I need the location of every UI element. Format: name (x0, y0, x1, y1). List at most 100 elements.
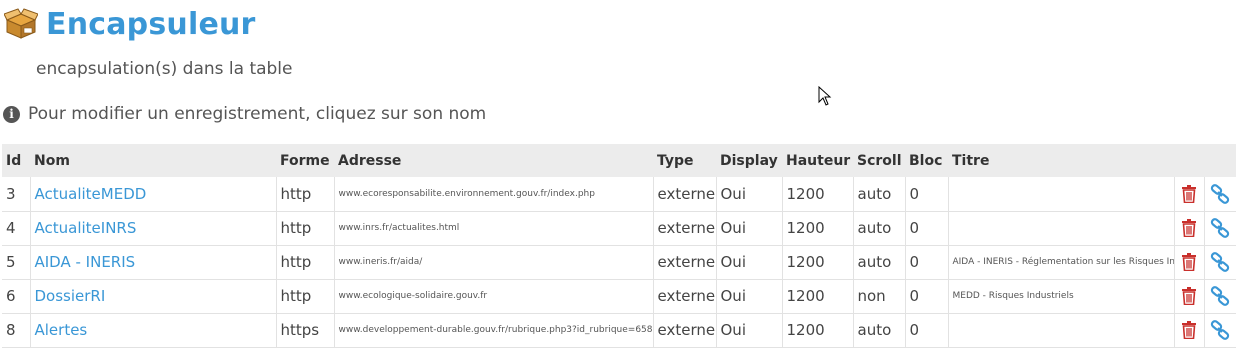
trash-icon[interactable] (1181, 185, 1197, 203)
col-header-display[interactable]: Display (716, 144, 782, 177)
cell-titre (948, 211, 1175, 246)
cell-titre: AIDA - INERIS - Réglementation sur les R… (948, 245, 1175, 280)
chain-link-icon[interactable] (1210, 252, 1230, 272)
trash-icon[interactable] (1181, 253, 1197, 272)
col-header-adresse[interactable]: Adresse (334, 144, 653, 177)
cell-type: externe (653, 245, 717, 280)
info-icon: i (3, 105, 20, 123)
chain-link-icon[interactable] (1210, 183, 1230, 204)
record-name-link[interactable]: ActualiteMEDD (35, 185, 147, 203)
chain-link-icon[interactable] (1210, 320, 1230, 340)
cell-hauteur: 1200 (782, 211, 854, 246)
col-header-delete (1174, 144, 1204, 177)
cell-forme: http (276, 177, 335, 212)
cell-bloc: 0 (905, 313, 949, 348)
open-link-button[interactable] (1204, 245, 1236, 280)
cell-scroll: auto (853, 211, 906, 246)
cell-titre: MEDD - Risques Industriels (948, 279, 1175, 314)
cell-id: 3 (2, 177, 31, 212)
col-header-scroll[interactable]: Scroll (853, 144, 905, 177)
cell-nom: DossierRI (30, 279, 277, 314)
cell-adresse: www.inrs.fr/actualites.html (334, 211, 654, 246)
encapsulations-table: Id Nom Forme Adresse Type Display Hauteu… (2, 144, 1236, 348)
record-name-link[interactable]: AIDA - INERIS (35, 253, 136, 271)
trash-icon[interactable] (1181, 219, 1197, 238)
col-header-type[interactable]: Type (653, 144, 716, 177)
chain-link-icon[interactable] (1210, 286, 1230, 306)
delete-button[interactable] (1174, 245, 1205, 280)
table-header-row: Id Nom Forme Adresse Type Display Hauteu… (2, 144, 1236, 177)
cell-type: externe (653, 177, 717, 212)
cell-id: 6 (2, 279, 31, 314)
cell-nom: ActualiteINRS (30, 211, 277, 246)
cell-adresse: www.ecoresponsabilite.environnement.gouv… (334, 177, 654, 212)
record-count-text: encapsulation(s) dans la table (36, 59, 293, 79)
col-header-titre[interactable]: Titre (948, 144, 1174, 177)
record-name-link[interactable]: Alertes (35, 321, 88, 339)
open-link-button[interactable] (1204, 313, 1236, 348)
trash-icon[interactable] (1181, 287, 1197, 306)
cell-forme: http (276, 211, 335, 246)
col-header-link (1204, 144, 1236, 177)
cell-hauteur: 1200 (782, 313, 854, 348)
cell-display: Oui (716, 245, 783, 280)
page-title: Encapsuleur (46, 6, 256, 42)
open-link-button[interactable] (1204, 279, 1236, 314)
cell-bloc: 0 (905, 211, 949, 246)
cell-bloc: 0 (905, 279, 949, 314)
cell-nom: AIDA - INERIS (30, 245, 277, 280)
trash-icon[interactable] (1181, 321, 1197, 340)
cell-type: externe (653, 313, 717, 348)
cell-nom: ActualiteMEDD (30, 177, 277, 212)
cell-display: Oui (716, 279, 783, 314)
chain-link-icon[interactable] (1210, 218, 1230, 238)
cell-hauteur: 1200 (782, 245, 854, 280)
cell-display: Oui (716, 177, 783, 212)
delete-button[interactable] (1174, 211, 1205, 246)
col-header-forme[interactable]: Forme (276, 144, 334, 177)
cell-adresse: www.ineris.fr/aida/ (334, 245, 654, 280)
cell-hauteur: 1200 (782, 177, 854, 212)
open-box-icon (4, 8, 38, 39)
mouse-cursor-icon (818, 86, 832, 106)
cell-bloc: 0 (905, 177, 949, 212)
cell-display: Oui (716, 211, 783, 246)
cell-forme: http (276, 245, 335, 280)
cell-type: externe (653, 279, 717, 314)
cell-scroll: non (853, 279, 906, 314)
table-row: 4 ActualiteINRS http www.inrs.fr/actualites… (2, 211, 1236, 246)
delete-button[interactable] (1174, 313, 1205, 348)
cell-id: 5 (2, 245, 31, 280)
cell-scroll: auto (853, 313, 906, 348)
col-header-nom[interactable]: Nom (30, 144, 276, 177)
table-row: 8 Alertes https www.developpement-durable.g… (2, 313, 1236, 348)
cell-titre (948, 177, 1175, 212)
record-name-link[interactable]: ActualiteINRS (35, 219, 137, 237)
open-link-button[interactable] (1204, 211, 1236, 246)
table-row: 6 DossierRI http www.ecologique-solidaire.g… (2, 279, 1236, 314)
record-name-link[interactable]: DossierRI (35, 287, 106, 305)
cell-nom: Alertes (30, 313, 277, 348)
cell-scroll: auto (853, 177, 906, 212)
col-header-hauteur[interactable]: Hauteur (782, 144, 853, 177)
cell-forme: https (276, 313, 335, 348)
cell-scroll: auto (853, 245, 906, 280)
col-header-id[interactable]: Id (2, 144, 30, 177)
cell-type: externe (653, 211, 717, 246)
cell-adresse: www.developpement-durable.gouv.fr/rubriq… (334, 313, 654, 348)
table-row: 5 AIDA - INERIS http www.ineris.fr/aida/ext… (2, 245, 1236, 280)
table-row: 3 ActualiteMEDD http www.ecoresponsabilite.… (2, 177, 1236, 212)
page-header: Encapsuleur (4, 4, 256, 44)
delete-button[interactable] (1174, 279, 1205, 314)
col-header-bloc[interactable]: Bloc (905, 144, 948, 177)
cell-adresse: www.ecologique-solidaire.gouv.fr (334, 279, 654, 314)
cell-titre (948, 313, 1175, 348)
delete-button[interactable] (1174, 177, 1205, 212)
info-message: i Pour modifier un enregistrement, cliqu… (3, 104, 486, 124)
cell-hauteur: 1200 (782, 279, 854, 314)
cell-id: 4 (2, 211, 31, 246)
cell-id: 8 (2, 313, 31, 348)
info-text: Pour modifier un enregistrement, cliquez… (28, 104, 487, 124)
cell-forme: http (276, 279, 335, 314)
open-link-button[interactable] (1204, 177, 1236, 212)
